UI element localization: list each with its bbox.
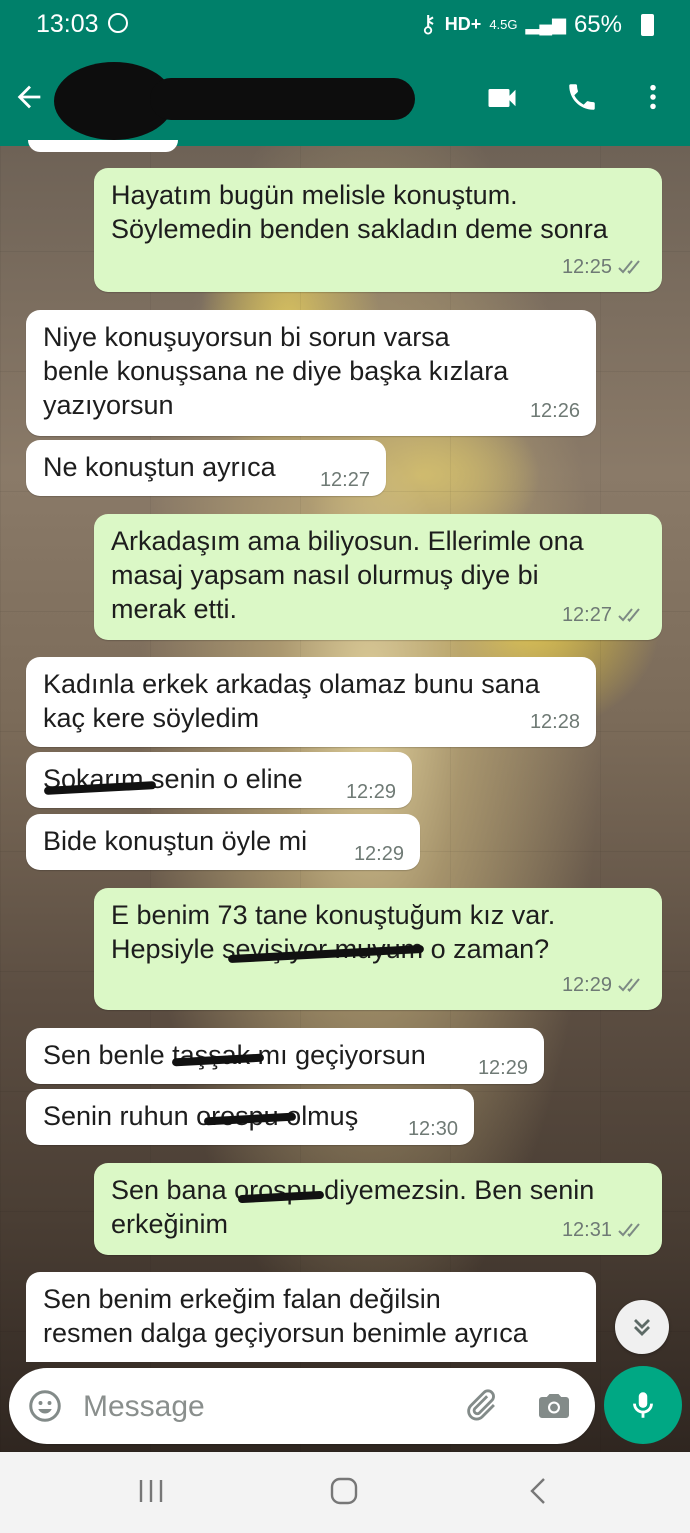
message-bubble-incoming[interactable]: Ne konuştun ayrıca 12:27 — [26, 440, 386, 496]
message-time: 12:29 — [561, 974, 612, 996]
message-time: 12:29 — [353, 843, 404, 865]
double-check-icon — [618, 1223, 640, 1237]
voice-message-button[interactable] — [604, 1366, 682, 1444]
attach-icon[interactable] — [461, 1386, 499, 1424]
message-text: Niye konuşuyorsun bi sorun varsa benle k… — [43, 322, 509, 420]
double-check-icon — [618, 608, 640, 622]
message-time: 12:28 — [529, 711, 580, 733]
message-composer — [9, 1368, 595, 1444]
message-time: 12:31 — [561, 1219, 612, 1241]
message-meta: 12:27 — [562, 598, 646, 632]
message-text: Sen benim erkeğim falan değilsin resmen … — [43, 1284, 528, 1348]
message-time: 12:29 — [345, 781, 396, 803]
message-bubble-outgoing[interactable]: Hayatım bugün melisle konuştum. Söylemed… — [94, 168, 662, 292]
camera-icon[interactable] — [535, 1388, 573, 1424]
scroll-to-bottom-button[interactable] — [615, 1300, 669, 1354]
hd-voice-icon: HD+ — [444, 14, 482, 34]
voice-call-icon[interactable] — [565, 80, 599, 114]
message-time: 12:27 — [319, 469, 370, 491]
message-time: 12:30 — [407, 1118, 458, 1140]
emoji-icon[interactable] — [27, 1388, 63, 1424]
message-bubble-incoming[interactable]: Sokarım senin o eline 12:29 — [26, 752, 412, 808]
chevron-double-down-icon — [634, 1319, 650, 1336]
mic-icon — [633, 1392, 653, 1418]
recent-apps-icon[interactable] — [136, 1474, 166, 1508]
back-nav-icon[interactable] — [524, 1474, 552, 1508]
sync-icon — [108, 13, 128, 33]
message-time: 12:25 — [561, 256, 612, 278]
status-icons: ⚷ HD+ 4.5G ▂▄▆ 65% — [419, 10, 644, 39]
status-time: 13:03 — [36, 10, 99, 38]
message-bubble-outgoing[interactable]: Arkadaşım ama biliyosun. Ellerimle ona m… — [94, 514, 662, 640]
home-icon[interactable] — [328, 1474, 360, 1508]
message-meta: 12:29 — [478, 1051, 528, 1085]
message-text: Kadınla erkek arkadaş olamaz bunu sana k… — [43, 669, 540, 733]
message-meta: 12:29 — [354, 837, 404, 871]
message-bubble-incoming[interactable]: Sen benle taşşak mı geçiyorsun 12:29 — [26, 1028, 544, 1084]
system-navigation-bar — [0, 1452, 690, 1533]
chat-header — [0, 50, 690, 146]
message-bubble-incoming[interactable]: Sen benim erkeğim falan değilsin resmen … — [26, 1272, 596, 1362]
redacted-contact-name[interactable] — [150, 78, 415, 120]
more-vert-icon[interactable] — [638, 80, 668, 114]
double-check-icon — [618, 260, 640, 274]
video-call-icon[interactable] — [483, 80, 521, 116]
signal-icon: ▂▄▆ — [525, 14, 566, 34]
message-meta: 12:27 — [320, 463, 370, 497]
message-bubble-outgoing[interactable]: Sen bana orospu diyemezsin. Ben senin er… — [94, 1163, 662, 1255]
message-bubble-incoming[interactable]: Senin ruhun orospu olmuş 12:30 — [26, 1089, 474, 1145]
back-arrow-icon[interactable] — [12, 80, 46, 114]
network-type: 4.5G — [489, 16, 518, 32]
message-time: 12:29 — [477, 1057, 528, 1079]
message-meta: 12:29 — [346, 775, 396, 809]
message-meta: 12:30 — [408, 1112, 458, 1146]
message-bubble-incoming[interactable]: Bide konuştun öyle mi 12:29 — [26, 814, 420, 870]
message-text: Hayatım bugün melisle konuştum. Söylemed… — [111, 180, 608, 244]
message-meta: 12:25 — [562, 250, 646, 284]
battery-percentage: 65% — [573, 10, 622, 38]
message-time: 12:26 — [529, 400, 580, 422]
vpn-key-icon: ⚷ — [419, 11, 437, 38]
message-bubble-outgoing[interactable]: E benim 73 tane konuştuğum kız var. Heps… — [94, 888, 662, 1010]
message-bubble-incoming[interactable]: Kadınla erkek arkadaş olamaz bunu sana k… — [26, 657, 596, 747]
double-check-icon — [618, 978, 640, 992]
message-time: 12:27 — [561, 604, 612, 626]
message-input[interactable] — [81, 1382, 445, 1432]
status-bar: 13:03 ⚷ HD+ 4.5G ▂▄▆ 65% — [0, 0, 690, 50]
message-meta: 12:31 — [562, 1213, 646, 1247]
message-meta: 12:26 — [530, 394, 580, 428]
message-text: Sen benle taşşak mı geçiyorsun — [43, 1040, 426, 1070]
message-text: E benim 73 tane konuştuğum kız var. Heps… — [111, 900, 556, 964]
message-bubble-incoming[interactable]: Niye konuşuyorsun bi sorun varsa benle k… — [26, 310, 596, 436]
previous-message-stub — [28, 140, 178, 152]
message-meta: 12:29 — [562, 968, 646, 1002]
message-meta: 12:28 — [530, 705, 580, 739]
message-text: Bide konuştun öyle mi — [43, 826, 308, 856]
battery-icon — [641, 14, 654, 36]
